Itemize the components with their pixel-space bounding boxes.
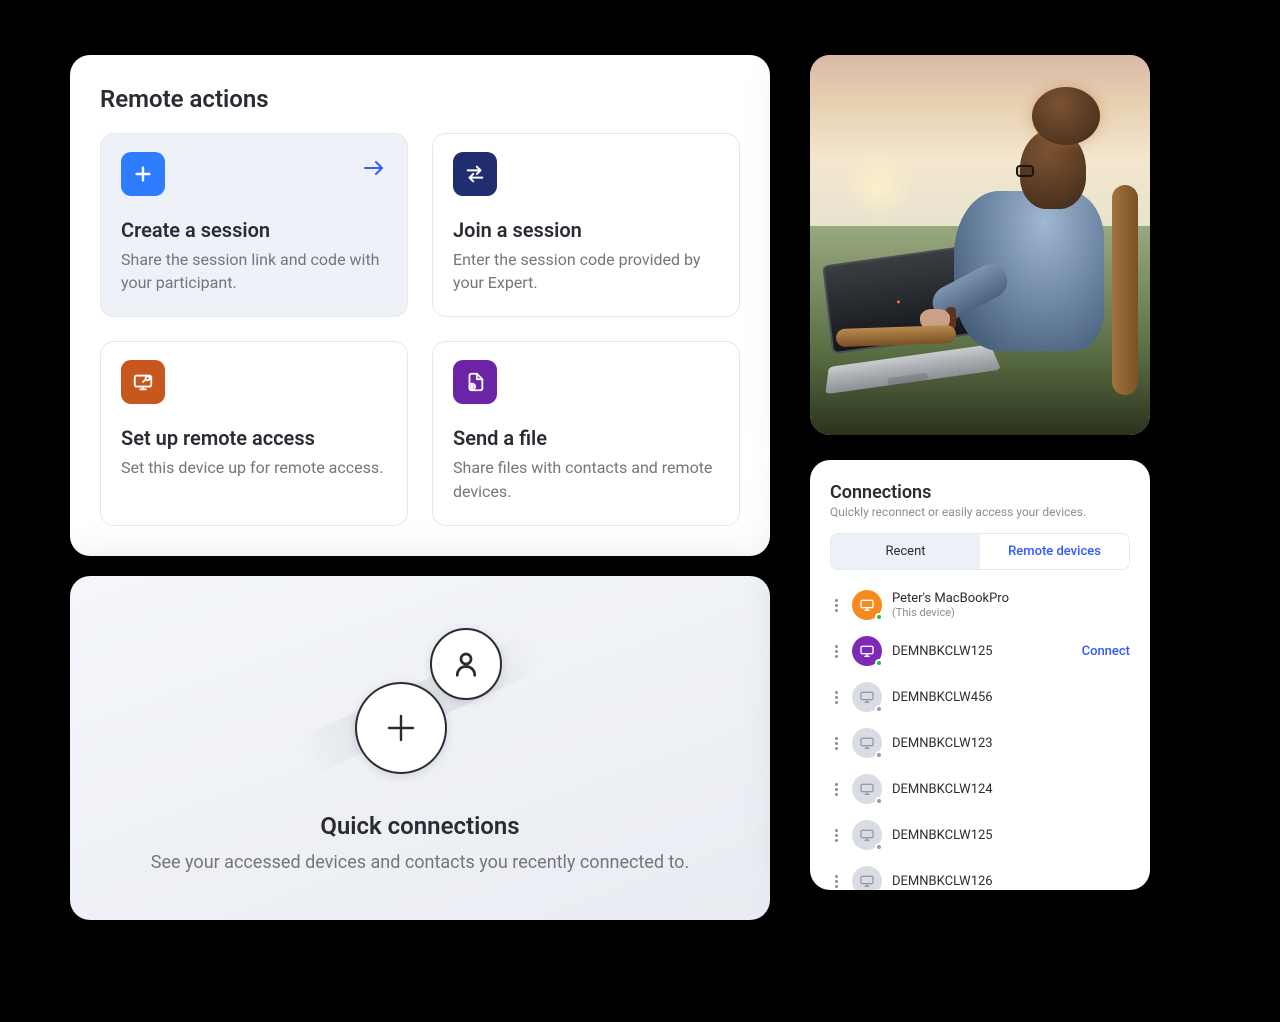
remote-actions-grid: Create a session Share the session link … — [100, 133, 740, 526]
connections-panel: Connections Quickly reconnect or easily … — [810, 460, 1150, 890]
send-file-title: Send a file — [453, 426, 719, 450]
tab-remote-devices[interactable]: Remote devices — [980, 534, 1129, 569]
device-name: DEMNBKCLW456 — [892, 690, 1130, 705]
status-dot — [875, 613, 883, 621]
user-icon — [430, 628, 502, 700]
create-session-card[interactable]: Create a session Share the session link … — [100, 133, 408, 317]
more-icon[interactable] — [830, 875, 842, 888]
file-send-icon — [453, 360, 497, 404]
connections-tabs: Recent Remote devices — [830, 533, 1130, 570]
monitor-icon — [852, 636, 882, 666]
arrow-right-icon — [361, 158, 387, 182]
connections-subtitle: Quickly reconnect or easily access your … — [830, 505, 1130, 519]
device-text: DEMNBKCLW124 — [892, 782, 1130, 797]
more-icon[interactable] — [830, 599, 842, 612]
status-dot — [875, 659, 883, 667]
swap-icon — [453, 152, 497, 196]
device-name: DEMNBKCLW126 — [892, 874, 1130, 889]
device-text: DEMNBKCLW125 — [892, 828, 1130, 843]
remote-actions-title: Remote actions — [100, 85, 740, 113]
status-dot — [875, 843, 883, 851]
device-text: DEMNBKCLW456 — [892, 690, 1130, 705]
more-icon[interactable] — [830, 645, 842, 658]
monitor-icon — [852, 774, 882, 804]
device-text: DEMNBKCLW126 — [892, 874, 1130, 889]
device-name: DEMNBKCLW125 — [892, 828, 1130, 843]
join-session-desc: Enter the session code provided by your … — [453, 248, 719, 294]
monitor-icon — [852, 820, 882, 850]
tab-recent[interactable]: Recent — [831, 534, 980, 569]
setup-remote-access-card[interactable]: Set up remote access Set this device up … — [100, 341, 408, 525]
device-row[interactable]: DEMNBKCLW124 — [830, 766, 1130, 812]
device-row[interactable]: DEMNBKCLW126 — [830, 858, 1130, 890]
remote-actions-panel: Remote actions Create a session Share th… — [70, 55, 770, 556]
status-dot — [875, 797, 883, 805]
status-dot — [875, 889, 883, 890]
monitor-icon — [852, 866, 882, 890]
join-session-card[interactable]: Join a session Enter the session code pr… — [432, 133, 740, 317]
add-icon — [355, 682, 447, 774]
send-file-card[interactable]: Send a file Share files with contacts an… — [432, 341, 740, 525]
setup-remote-access-title: Set up remote access — [121, 426, 387, 450]
create-session-title: Create a session — [121, 218, 387, 242]
monitor-share-icon — [121, 360, 165, 404]
device-text: DEMNBKCLW125 — [892, 644, 1072, 659]
device-row[interactable]: DEMNBKCLW125 — [830, 812, 1130, 858]
status-dot — [875, 705, 883, 713]
join-session-title: Join a session — [453, 218, 719, 242]
status-dot — [875, 751, 883, 759]
more-icon[interactable] — [830, 783, 842, 796]
more-icon[interactable] — [830, 737, 842, 750]
quick-connections-subtitle: See your accessed devices and contacts y… — [151, 852, 689, 873]
device-name: DEMNBKCLW125 — [892, 644, 1072, 659]
hero-photo — [810, 55, 1150, 435]
quick-connections-illustration — [310, 624, 530, 784]
device-name: DEMNBKCLW124 — [892, 782, 1130, 797]
device-row[interactable]: DEMNBKCLW125 Connect — [830, 628, 1130, 674]
device-list: Peter's MacBookPro(This device) DEMNBKCL… — [830, 582, 1130, 890]
device-text: DEMNBKCLW123 — [892, 736, 1130, 751]
device-row[interactable]: DEMNBKCLW456 — [830, 674, 1130, 720]
connect-button[interactable]: Connect — [1082, 644, 1130, 659]
device-row[interactable]: DEMNBKCLW123 — [830, 720, 1130, 766]
device-text: Peter's MacBookPro(This device) — [892, 591, 1130, 619]
device-name: Peter's MacBookPro — [892, 591, 1130, 606]
quick-connections-panel: Quick connections See your accessed devi… — [70, 576, 770, 920]
connections-title: Connections — [830, 482, 1130, 503]
more-icon[interactable] — [830, 829, 842, 842]
more-icon[interactable] — [830, 691, 842, 704]
setup-remote-access-desc: Set this device up for remote access. — [121, 456, 387, 479]
quick-connections-title: Quick connections — [320, 812, 519, 840]
plus-icon — [121, 152, 165, 196]
send-file-desc: Share files with contacts and remote dev… — [453, 456, 719, 502]
monitor-icon — [852, 590, 882, 620]
monitor-icon — [852, 728, 882, 758]
device-row[interactable]: Peter's MacBookPro(This device) — [830, 582, 1130, 628]
create-session-desc: Share the session link and code with you… — [121, 248, 387, 294]
monitor-icon — [852, 682, 882, 712]
device-name: DEMNBKCLW123 — [892, 736, 1130, 751]
device-note: (This device) — [892, 606, 1130, 619]
